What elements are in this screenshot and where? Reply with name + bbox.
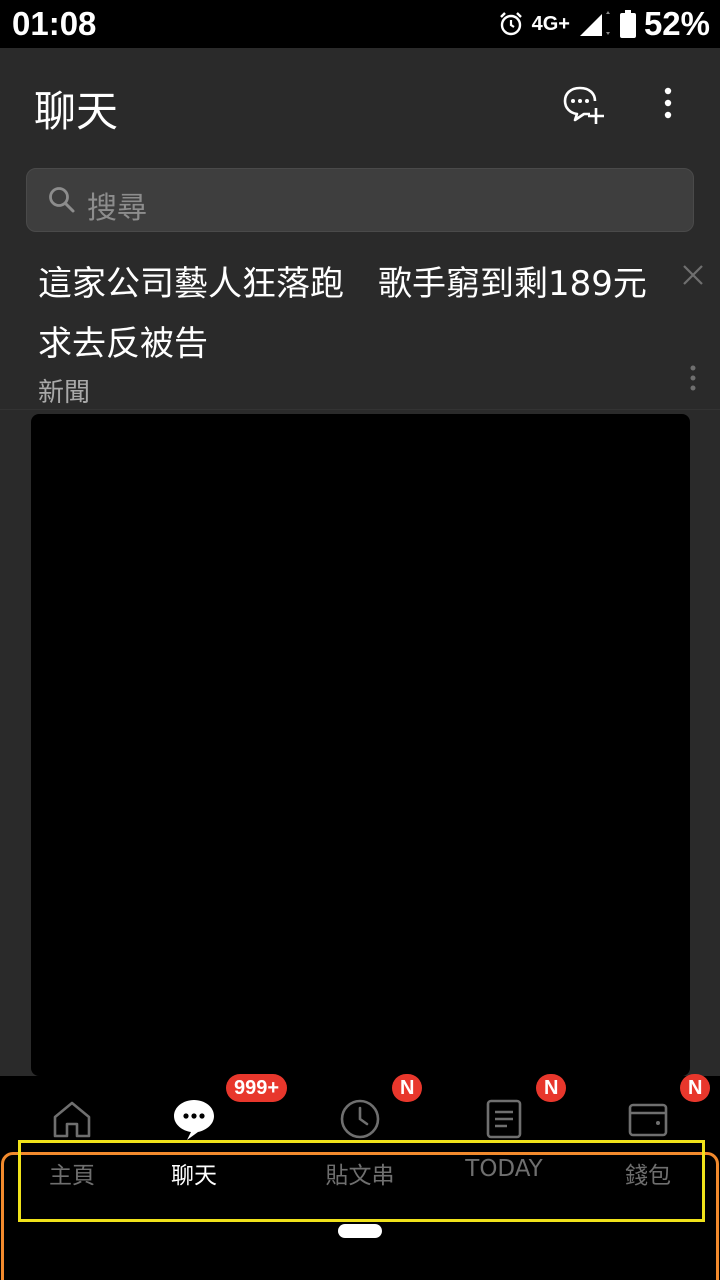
- news-media[interactable]: [31, 414, 690, 1076]
- close-icon: [683, 265, 703, 285]
- chat-bubble-plus-icon: [563, 86, 604, 124]
- news-more-button[interactable]: [688, 364, 698, 394]
- vertical-dots-icon: [690, 365, 696, 391]
- chat-bubble-icon: [174, 1100, 214, 1140]
- news-close-button[interactable]: [682, 264, 704, 286]
- home-indicator[interactable]: [338, 1224, 382, 1238]
- alarm-icon: [499, 12, 522, 36]
- document-icon: [486, 1099, 522, 1139]
- chat-unread-badge: 999+: [226, 1074, 288, 1102]
- status-time: 01:08: [12, 5, 97, 42]
- news-source: 新聞: [38, 378, 91, 408]
- page-title: 聊天: [34, 87, 119, 136]
- more-options-button[interactable]: [654, 82, 682, 128]
- news-card[interactable]: 這家公司藝人狂落跑 歌手窮到剩189元求去反被告 新聞: [0, 248, 720, 410]
- battery-icon: [619, 10, 636, 38]
- status-icons: 4G+ 52%: [498, 5, 710, 42]
- search-icon: [49, 187, 75, 213]
- battery-percent: 52%: [643, 5, 710, 42]
- search-placeholder: 搜尋: [87, 191, 147, 226]
- highlight-box-yellow: [18, 1140, 705, 1222]
- status-bar: 01:08 4G+ 52%: [0, 0, 720, 48]
- vertical-dots-icon: [664, 87, 672, 119]
- chat-screen: 聊天 搜尋 這家公司藝人狂落跑 歌手窮到剩189元求去反被告 新聞: [0, 48, 720, 1076]
- timeline-new-badge: N: [392, 1074, 423, 1102]
- search-input[interactable]: 搜尋: [26, 168, 694, 232]
- wallet-icon: [628, 1103, 668, 1137]
- home-icon: [53, 1101, 91, 1138]
- network-type: 4G+: [531, 12, 570, 35]
- new-chat-button[interactable]: [560, 82, 606, 128]
- signal-icon: [579, 11, 610, 36]
- news-headline[interactable]: 這家公司藝人狂落跑 歌手窮到剩189元求去反被告: [38, 254, 668, 374]
- today-new-badge: N: [536, 1074, 567, 1102]
- clock-icon: [340, 1099, 380, 1139]
- wallet-new-badge: N: [680, 1074, 711, 1102]
